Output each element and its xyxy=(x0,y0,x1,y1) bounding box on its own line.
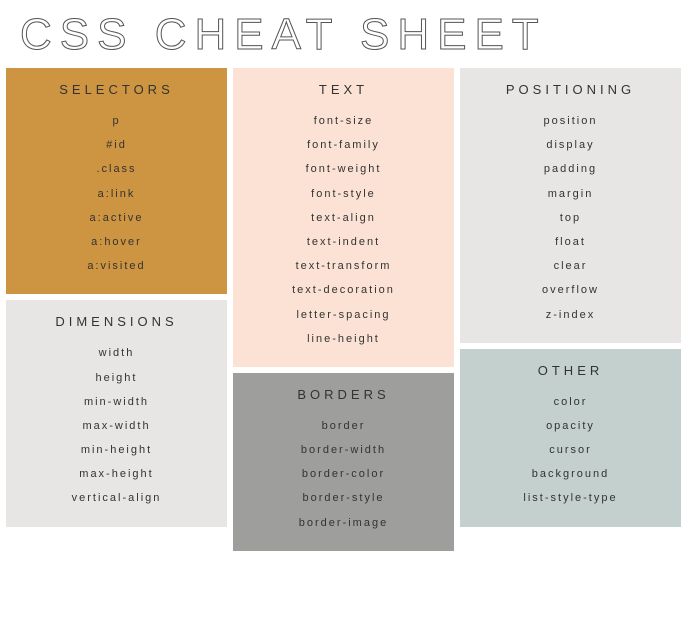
column-right: POSITIONING position display padding mar… xyxy=(460,68,681,551)
property-item: width xyxy=(14,341,219,365)
property-item: border xyxy=(241,414,446,438)
property-item: float xyxy=(468,230,673,254)
property-item: line-height xyxy=(241,327,446,351)
card-heading: OTHER xyxy=(468,363,673,378)
page-title: CSS CHEAT SHEET xyxy=(0,0,687,68)
card-positioning: POSITIONING position display padding mar… xyxy=(460,68,681,343)
property-item: z-index xyxy=(468,303,673,327)
property-item: max-height xyxy=(14,462,219,486)
card-heading: BORDERS xyxy=(241,387,446,402)
property-item: text-decoration xyxy=(241,278,446,302)
property-item: background xyxy=(468,462,673,486)
property-item: #id xyxy=(14,133,219,157)
property-item: text-transform xyxy=(241,254,446,278)
property-item: cursor xyxy=(468,438,673,462)
property-item: a:active xyxy=(14,206,219,230)
property-item: text-align xyxy=(241,206,446,230)
property-item: font-weight xyxy=(241,157,446,181)
property-item: font-family xyxy=(241,133,446,157)
cheat-sheet-grid: SELECTORS p #id .class a:link a:active a… xyxy=(0,68,687,551)
card-heading: POSITIONING xyxy=(468,82,673,97)
property-item: border-color xyxy=(241,462,446,486)
property-item: list-style-type xyxy=(468,486,673,510)
property-item: font-style xyxy=(241,182,446,206)
column-left: SELECTORS p #id .class a:link a:active a… xyxy=(6,68,227,551)
property-item: margin xyxy=(468,182,673,206)
card-text: TEXT font-size font-family font-weight f… xyxy=(233,68,454,367)
column-middle: TEXT font-size font-family font-weight f… xyxy=(233,68,454,551)
card-borders: BORDERS border border-width border-color… xyxy=(233,373,454,551)
card-dimensions: DIMENSIONS width height min-width max-wi… xyxy=(6,300,227,526)
property-item: min-width xyxy=(14,390,219,414)
property-item: p xyxy=(14,109,219,133)
property-item: .class xyxy=(14,157,219,181)
property-item: border-image xyxy=(241,511,446,535)
property-item: height xyxy=(14,366,219,390)
card-heading: SELECTORS xyxy=(14,82,219,97)
property-item: a:link xyxy=(14,182,219,206)
property-item: a:visited xyxy=(14,254,219,278)
property-item: top xyxy=(468,206,673,230)
property-item: border-width xyxy=(241,438,446,462)
property-item: text-indent xyxy=(241,230,446,254)
property-item: max-width xyxy=(14,414,219,438)
property-item: letter-spacing xyxy=(241,303,446,327)
property-item: padding xyxy=(468,157,673,181)
property-item: min-height xyxy=(14,438,219,462)
property-item: color xyxy=(468,390,673,414)
property-item: display xyxy=(468,133,673,157)
card-heading: TEXT xyxy=(241,82,446,97)
property-item: font-size xyxy=(241,109,446,133)
card-other: OTHER color opacity cursor background li… xyxy=(460,349,681,527)
property-item: clear xyxy=(468,254,673,278)
card-heading: DIMENSIONS xyxy=(14,314,219,329)
property-item: a:hover xyxy=(14,230,219,254)
property-item: border-style xyxy=(241,486,446,510)
property-item: vertical-align xyxy=(14,486,219,510)
property-item: position xyxy=(468,109,673,133)
property-item: overflow xyxy=(468,278,673,302)
card-selectors: SELECTORS p #id .class a:link a:active a… xyxy=(6,68,227,294)
property-item: opacity xyxy=(468,414,673,438)
